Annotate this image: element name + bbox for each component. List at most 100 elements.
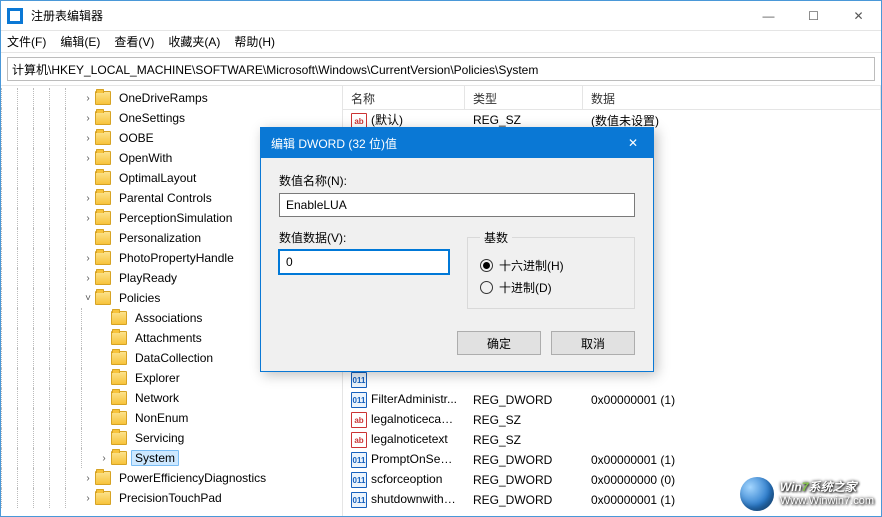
watermark: Win7系统之家 Www.Winwin7.com (740, 477, 874, 511)
value-data-input[interactable] (279, 250, 449, 274)
tree-item-onedriveramps[interactable]: › OneDriveRamps (1, 88, 342, 108)
tree-item-label: PlayReady (115, 271, 181, 285)
tree-item-nonenum[interactable]: NonEnum (1, 408, 342, 428)
tree-item-precisiontouchpad[interactable]: ›PrecisionTouchPad (1, 488, 342, 508)
folder-icon (111, 331, 127, 345)
tree-item-label: NonEnum (131, 411, 192, 425)
chevron-right-icon[interactable]: › (81, 93, 95, 104)
folder-icon (111, 351, 127, 365)
tree-item-system[interactable]: › System (1, 448, 342, 468)
chevron-right-icon[interactable]: › (81, 253, 95, 264)
col-data[interactable]: 数据 (583, 86, 881, 109)
tree-item-label: PhotoPropertyHandle (115, 251, 238, 265)
watermark-orb-icon (740, 477, 774, 511)
folder-icon (95, 111, 111, 125)
minimize-button[interactable]: — (746, 1, 791, 30)
chevron-right-icon[interactable]: › (81, 473, 95, 484)
value-name: PromptOnSecu... (371, 452, 463, 466)
chevron-right-icon[interactable]: › (81, 113, 95, 124)
chevron-right-icon[interactable]: › (81, 153, 95, 164)
list-header: 名称 类型 数据 (343, 86, 881, 110)
menu-favorites[interactable]: 收藏夹(A) (168, 33, 220, 50)
address-bar[interactable]: 计算机\HKEY_LOCAL_MACHINE\SOFTWARE\Microsof… (7, 57, 875, 81)
folder-icon (95, 271, 111, 285)
folder-icon (95, 251, 111, 265)
ok-button[interactable]: 确定 (457, 331, 541, 355)
folder-icon (95, 191, 111, 205)
value-name: scforceoption (371, 472, 442, 486)
tree-item-label: Network (131, 391, 183, 405)
radio-hex[interactable]: 十六进制(H) (480, 254, 622, 276)
chevron-right-icon[interactable]: › (81, 193, 95, 204)
dialog-close-button[interactable]: ✕ (613, 128, 653, 158)
chevron-right-icon[interactable]: › (81, 133, 95, 144)
tree-item-label: OneDriveRamps (115, 91, 212, 105)
radio-hex-indicator (480, 259, 493, 272)
col-name[interactable]: 名称 (343, 86, 465, 109)
base-legend: 基数 (480, 229, 512, 246)
tree-item-label: DataCollection (131, 351, 217, 365)
menu-view[interactable]: 查看(V) (114, 33, 154, 50)
folder-icon (95, 91, 111, 105)
dword-value-icon: 011 (351, 372, 367, 388)
titlebar: 注册表编辑器 — ☐ ✕ (1, 1, 881, 31)
watermark-line2: Www.Winwin7.com (780, 494, 874, 508)
folder-icon (111, 311, 127, 325)
folder-icon (95, 151, 111, 165)
string-value-icon: ab (351, 432, 367, 448)
dword-value-icon: 011 (351, 392, 367, 408)
chevron-down-icon[interactable]: ˅ (81, 293, 95, 304)
value-row[interactable]: 011PromptOnSecu...REG_DWORD0x00000001 (1… (343, 450, 881, 470)
folder-icon (111, 431, 127, 445)
value-name-input[interactable] (279, 193, 635, 217)
address-path: 计算机\HKEY_LOCAL_MACHINE\SOFTWARE\Microsof… (12, 61, 870, 78)
value-type: REG_DWORD (465, 493, 583, 507)
folder-icon (95, 171, 111, 185)
col-type[interactable]: 类型 (465, 86, 583, 109)
dialog-titlebar: 编辑 DWORD (32 位)值 ✕ (261, 128, 653, 158)
menu-help[interactable]: 帮助(H) (234, 33, 275, 50)
value-data: (数值未设置) (583, 112, 881, 129)
value-row[interactable]: ablegalnoticecap...REG_SZ (343, 410, 881, 430)
tree-item-label: System (131, 450, 179, 466)
close-button[interactable]: ✕ (836, 1, 881, 30)
value-row[interactable]: 011 (343, 370, 881, 390)
value-row[interactable]: ablegalnoticetextREG_SZ (343, 430, 881, 450)
regedit-icon (7, 8, 23, 24)
tree-item-network[interactable]: Network (1, 388, 342, 408)
value-row[interactable]: 011FilterAdministr...REG_DWORD0x00000001… (343, 390, 881, 410)
tree-item-label: Associations (131, 311, 206, 325)
value-type: REG_SZ (465, 413, 583, 427)
value-data: 0x00000001 (1) (583, 453, 881, 467)
folder-icon (95, 291, 111, 305)
value-data: 0x00000001 (1) (583, 393, 881, 407)
radio-dec-label: 十进制(D) (499, 279, 552, 296)
menu-file[interactable]: 文件(F) (7, 33, 46, 50)
chevron-right-icon[interactable]: › (81, 213, 95, 224)
value-type: REG_DWORD (465, 473, 583, 487)
folder-icon (111, 411, 127, 425)
tree-item-onesettings[interactable]: ›OneSettings (1, 108, 342, 128)
dword-value-icon: 011 (351, 492, 367, 508)
tree-item-label: Servicing (131, 431, 188, 445)
string-value-icon: ab (351, 412, 367, 428)
folder-icon (111, 451, 127, 465)
menu-edit[interactable]: 编辑(E) (60, 33, 100, 50)
radio-dec-indicator (480, 281, 493, 294)
folder-icon (95, 491, 111, 505)
radio-dec[interactable]: 十进制(D) (480, 276, 622, 298)
value-name: (默认) (371, 113, 403, 127)
tree-item-label: Personalization (115, 231, 205, 245)
chevron-right-icon[interactable]: › (97, 453, 111, 464)
tree-item-servicing[interactable]: Servicing (1, 428, 342, 448)
dword-value-icon: 011 (351, 472, 367, 488)
window-title: 注册表编辑器 (31, 7, 746, 24)
tree-item-powerefficiencydiagnostics[interactable]: ›PowerEfficiencyDiagnostics (1, 468, 342, 488)
base-fieldset: 基数 十六进制(H) 十进制(D) (467, 229, 635, 309)
cancel-button[interactable]: 取消 (551, 331, 635, 355)
tree-item-label: OptimalLayout (115, 171, 200, 185)
tree-item-label: Parental Controls (115, 191, 216, 205)
maximize-button[interactable]: ☐ (791, 1, 836, 30)
chevron-right-icon[interactable]: › (81, 273, 95, 284)
chevron-right-icon[interactable]: › (81, 493, 95, 504)
